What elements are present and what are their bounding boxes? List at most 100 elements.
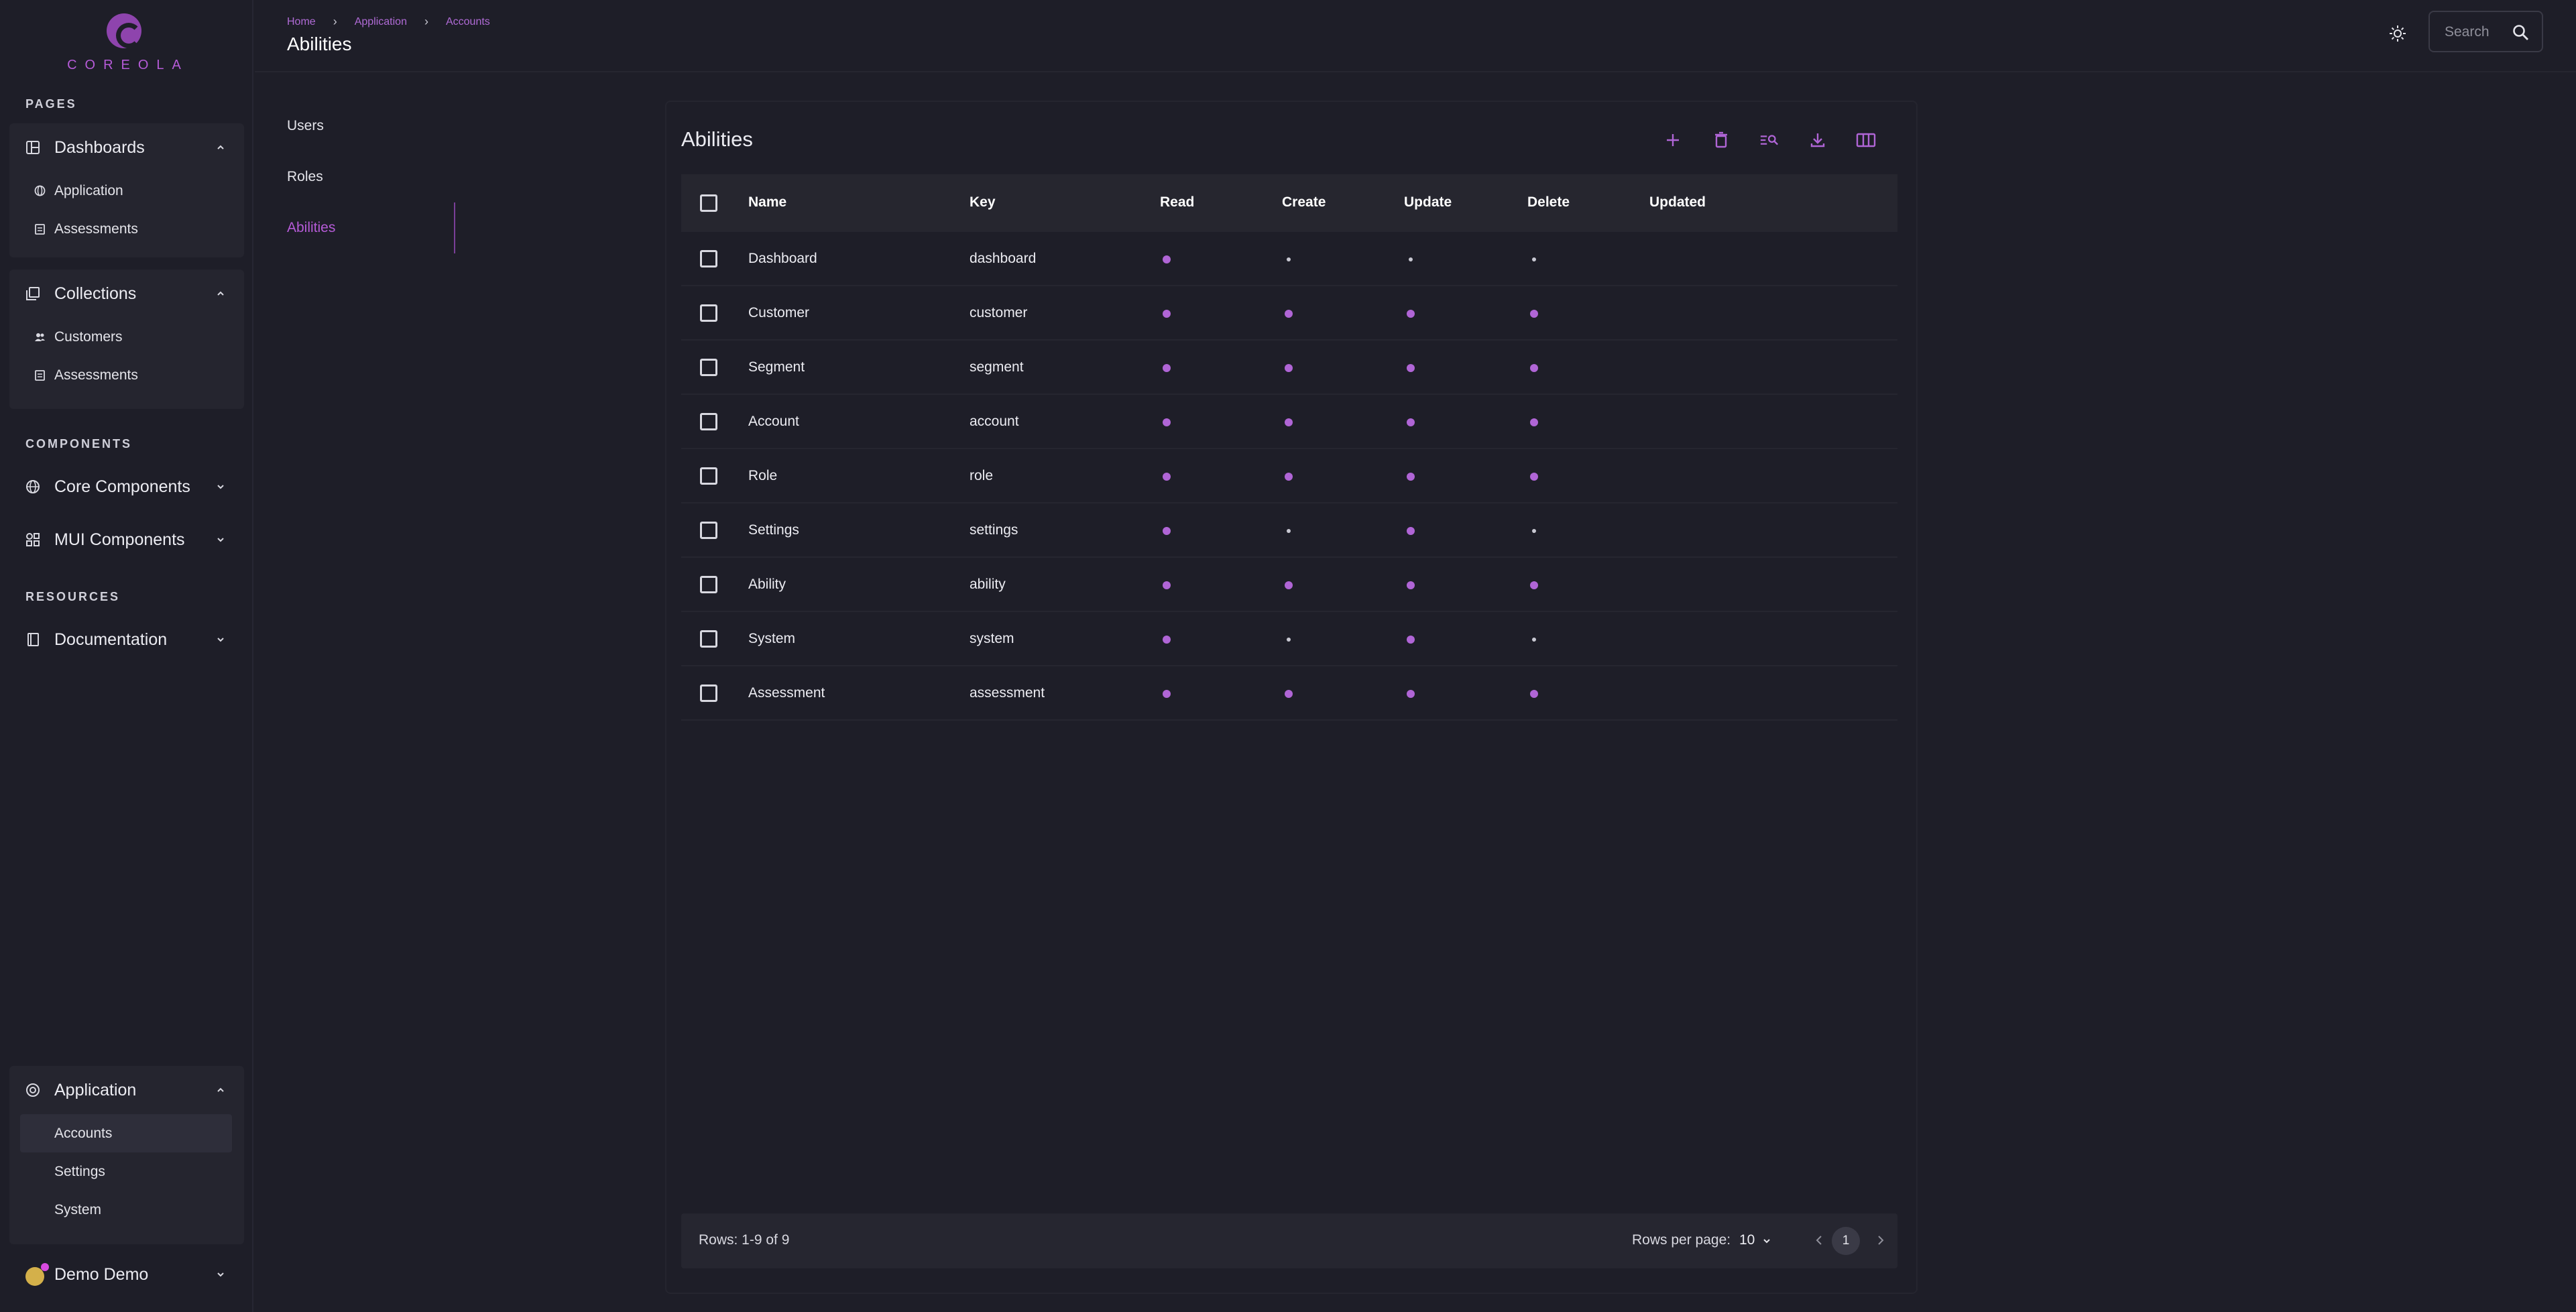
add-button[interactable] xyxy=(1663,130,1683,150)
table-row[interactable]: Dashboard dashboard xyxy=(681,232,1897,286)
delete-button[interactable] xyxy=(1711,130,1731,150)
row-checkbox[interactable] xyxy=(700,684,717,702)
nav-item-assessments-collection[interactable]: Assessments xyxy=(9,356,244,394)
chevron-down-icon xyxy=(217,638,224,642)
nav-item-system[interactable]: System xyxy=(9,1191,244,1229)
user-menu[interactable]: Demo Demo xyxy=(9,1254,244,1295)
section-label-resources: RESOURCES xyxy=(25,590,121,603)
nav-group-application: Application Accounts Settings System xyxy=(9,1066,244,1244)
subnav-abilities[interactable]: Abilities xyxy=(287,220,335,236)
cell-key: segment xyxy=(970,359,1024,375)
nav-collections[interactable]: Collections xyxy=(9,270,244,318)
breadcrumb-home[interactable]: Home xyxy=(287,16,316,28)
column-header-updated[interactable]: Updated xyxy=(1649,194,1706,211)
nav-item-assessments-dashboard[interactable]: Assessments xyxy=(9,210,244,248)
delete-icon xyxy=(1715,131,1727,148)
header: Home › Application › Accounts Abilities … xyxy=(255,0,2576,72)
book-icon xyxy=(27,633,39,646)
nav-item-label: Assessments xyxy=(54,367,138,383)
column-header-create[interactable]: Create xyxy=(1282,194,1326,211)
nav-item-application-dashboard[interactable]: Application xyxy=(9,172,244,210)
cell-name: Role xyxy=(748,468,778,483)
search-icon[interactable] xyxy=(2512,24,2530,42)
nav-group-collections: Collections Customers Assessments xyxy=(9,270,244,409)
table-row[interactable]: Ability ability xyxy=(681,558,1897,612)
permission-create-indicator xyxy=(1287,638,1291,642)
logo-icon xyxy=(107,13,141,48)
nav-item-customers[interactable]: Customers xyxy=(9,318,244,356)
table-row[interactable]: System system xyxy=(681,612,1897,666)
cell-name: Account xyxy=(748,414,799,429)
table-footer: Rows: 1-9 of 9 Rows per page: 10 1 xyxy=(681,1213,1897,1268)
table-row[interactable]: Segment segment xyxy=(681,341,1897,395)
row-checkbox[interactable] xyxy=(700,522,717,539)
breadcrumb-application[interactable]: Application xyxy=(355,16,407,28)
row-checkbox[interactable] xyxy=(700,250,717,267)
permission-delete-indicator xyxy=(1530,418,1538,426)
row-checkbox[interactable] xyxy=(700,467,717,485)
columns-button[interactable] xyxy=(1856,130,1876,150)
chevron-right-icon[interactable] xyxy=(1876,1234,1885,1247)
columns-icon xyxy=(1856,133,1876,147)
rows-per-page-select[interactable]: 10 xyxy=(1739,1232,1755,1248)
logo[interactable]: COREOLA xyxy=(0,13,248,73)
logo-text: COREOLA xyxy=(67,58,189,72)
subnav-users[interactable]: Users xyxy=(287,118,324,134)
table-row[interactable]: Customer customer xyxy=(681,286,1897,341)
permission-read-indicator xyxy=(1163,255,1171,263)
row-checkbox[interactable] xyxy=(700,576,717,593)
cell-name: Dashboard xyxy=(748,251,817,266)
nav-core-components[interactable]: Core Components xyxy=(9,467,244,507)
permission-update-indicator xyxy=(1407,473,1415,481)
permission-create-indicator xyxy=(1285,310,1293,318)
column-header-update[interactable]: Update xyxy=(1404,194,1452,211)
chevron-down-icon[interactable] xyxy=(1762,1236,1771,1246)
nav-mui-components[interactable]: MUI Components xyxy=(9,520,244,560)
permission-delete-indicator xyxy=(1530,473,1538,481)
permission-create-indicator xyxy=(1285,690,1293,698)
subnav-roles[interactable]: Roles xyxy=(287,169,323,185)
row-checkbox[interactable] xyxy=(700,413,717,430)
theme-icon[interactable] xyxy=(2388,24,2407,43)
page-button[interactable]: 1 xyxy=(1832,1227,1860,1255)
column-header-name[interactable]: Name xyxy=(748,194,786,211)
table-row[interactable]: Assessment assessment xyxy=(681,666,1897,721)
row-checkbox[interactable] xyxy=(700,304,717,322)
permission-delete-indicator xyxy=(1530,364,1538,372)
chevron-down-icon xyxy=(217,485,224,489)
row-checkbox[interactable] xyxy=(700,630,717,648)
nav-application[interactable]: Application xyxy=(9,1066,244,1114)
download-button[interactable] xyxy=(1808,130,1828,150)
clipboard-icon xyxy=(35,370,45,381)
row-checkbox[interactable] xyxy=(700,359,717,376)
table-row[interactable]: Account account xyxy=(681,395,1897,449)
select-all-checkbox[interactable] xyxy=(700,194,717,212)
cell-name: System xyxy=(748,631,796,646)
nav-item-label: Settings xyxy=(54,1163,105,1179)
permission-update-indicator xyxy=(1407,418,1415,426)
nav-documentation[interactable]: Documentation xyxy=(9,619,244,660)
cell-name: Ability xyxy=(748,577,786,592)
section-label-pages: PAGES xyxy=(25,97,77,111)
table-row[interactable]: Settings settings xyxy=(681,503,1897,558)
nav-item-label: Customers xyxy=(54,329,123,345)
permission-create-indicator xyxy=(1287,257,1291,261)
filter-search-button[interactable] xyxy=(1759,130,1779,150)
permission-create-indicator xyxy=(1285,581,1293,589)
table-row[interactable]: Role role xyxy=(681,449,1897,503)
permission-update-indicator xyxy=(1407,581,1415,589)
nav-item-settings[interactable]: Settings xyxy=(9,1152,244,1191)
target-icon xyxy=(26,1083,40,1097)
column-header-key[interactable]: Key xyxy=(970,194,996,211)
column-header-read[interactable]: Read xyxy=(1160,194,1194,211)
breadcrumb-accounts[interactable]: Accounts xyxy=(446,16,490,28)
user-name: Demo Demo xyxy=(54,1264,149,1284)
nav-item-label: Application xyxy=(54,182,123,198)
column-header-delete[interactable]: Delete xyxy=(1527,194,1570,211)
nav-core-components-label: Core Components xyxy=(54,477,190,496)
search-input[interactable]: Search xyxy=(2428,11,2543,52)
cell-key: system xyxy=(970,631,1014,646)
chevron-left-icon[interactable] xyxy=(1814,1234,1824,1247)
nav-item-accounts[interactable]: Accounts xyxy=(20,1114,232,1152)
nav-dashboards[interactable]: Dashboards xyxy=(9,123,244,172)
